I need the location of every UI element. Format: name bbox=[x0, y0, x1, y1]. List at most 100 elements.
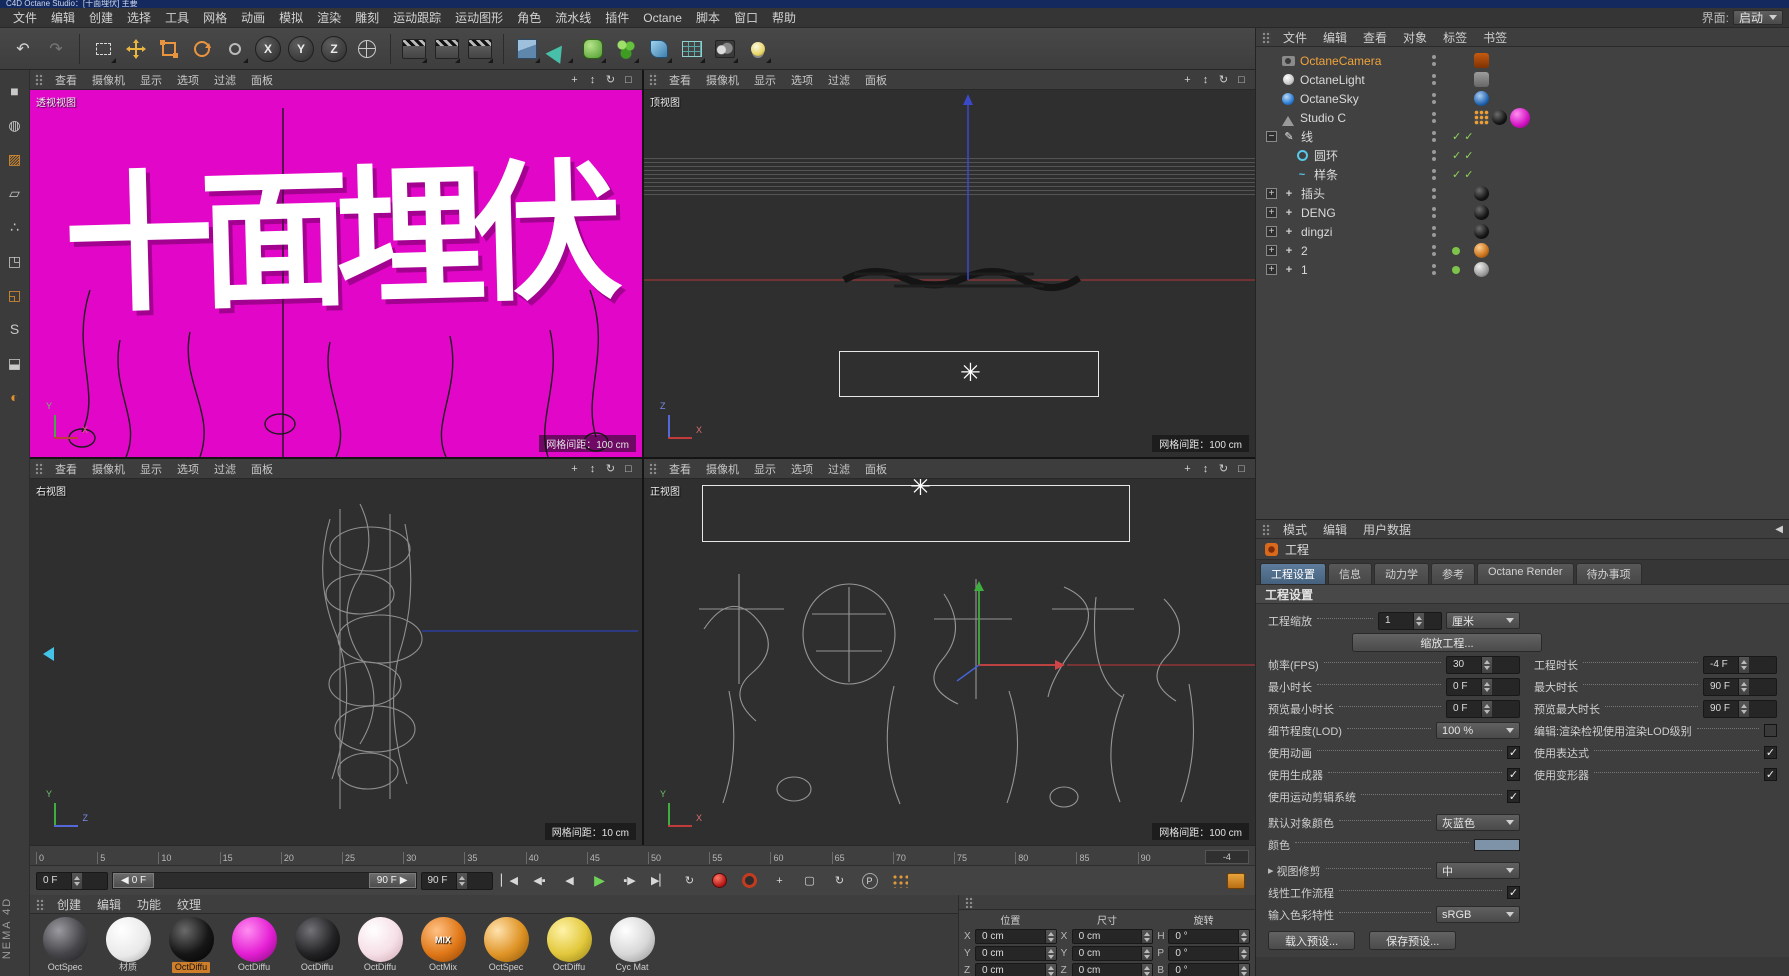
visibility-dots[interactable] bbox=[1432, 131, 1436, 142]
material-item[interactable]: Cyc Mat bbox=[603, 917, 661, 973]
viewport-menu-panel[interactable]: 面板 bbox=[858, 71, 894, 89]
key-position-button[interactable]: + bbox=[767, 870, 793, 892]
menu-sculpt[interactable]: 雕刻 bbox=[348, 7, 386, 28]
panel-grip[interactable] bbox=[35, 462, 44, 475]
rotation-h-field[interactable]: 0 ° bbox=[1168, 929, 1250, 944]
visibility-dots[interactable] bbox=[1432, 93, 1436, 104]
position-y-field[interactable]: 0 cm bbox=[975, 946, 1057, 961]
use-generators-checkbox[interactable] bbox=[1507, 768, 1520, 781]
rotation-b-field[interactable]: 0 ° bbox=[1168, 963, 1250, 976]
menu-script[interactable]: 脚本 bbox=[689, 7, 727, 28]
light-null-icon[interactable] bbox=[910, 479, 931, 500]
visibility-dots[interactable] bbox=[1432, 112, 1436, 123]
am-menu-userdata[interactable]: 用户数据 bbox=[1356, 520, 1418, 539]
autokey-button[interactable] bbox=[737, 870, 763, 892]
key-rotation-button[interactable]: ↻ bbox=[827, 870, 853, 892]
play-button[interactable]: ▶ bbox=[587, 870, 613, 892]
lock-y-axis-button[interactable]: Y bbox=[288, 35, 314, 62]
timeline-ruler[interactable]: 0 5 10 15 20 25 30 35 40 45 50 55 60 65 … bbox=[30, 845, 1255, 865]
history-back-icon[interactable]: ◀ bbox=[1775, 524, 1783, 535]
use-deformers-checkbox[interactable] bbox=[1764, 768, 1777, 781]
duration-field[interactable]: 90 F bbox=[420, 871, 493, 890]
menu-animate[interactable]: 动画 bbox=[234, 7, 272, 28]
menu-character[interactable]: 角色 bbox=[510, 7, 548, 28]
make-editable-icon[interactable]: ■ bbox=[4, 80, 26, 102]
rotate-view-icon[interactable]: ↻ bbox=[1215, 72, 1232, 87]
viewport-menu-panel[interactable]: 面板 bbox=[858, 460, 894, 478]
position-z-field[interactable]: 0 cm bbox=[975, 963, 1057, 976]
material-item-selected[interactable]: OctDiffu bbox=[162, 917, 220, 973]
panel-grip[interactable] bbox=[965, 895, 974, 909]
visibility-dots[interactable] bbox=[1432, 245, 1436, 256]
material-item[interactable]: OctDiffu bbox=[540, 917, 598, 973]
viewport-menu-view[interactable]: 查看 bbox=[48, 460, 84, 478]
size-y-field[interactable]: 0 cm bbox=[1071, 946, 1154, 961]
viewport-menu-view[interactable]: 查看 bbox=[662, 460, 698, 478]
menu-edit[interactable]: 编辑 bbox=[44, 7, 82, 28]
keying-selection-button[interactable] bbox=[887, 870, 913, 892]
add-stage-button[interactable] bbox=[710, 33, 740, 65]
rotate-tool[interactable] bbox=[187, 33, 217, 65]
am-menu-edit[interactable]: 编辑 bbox=[1316, 520, 1354, 539]
panel-grip[interactable] bbox=[649, 462, 658, 475]
viewport-menu-filter[interactable]: 过滤 bbox=[821, 71, 857, 89]
visibility-dots[interactable] bbox=[1432, 169, 1436, 180]
material-tag-icon[interactable] bbox=[1474, 224, 1489, 239]
material-item[interactable]: OctDiffu bbox=[225, 917, 283, 973]
scale-project-button[interactable]: 缩放工程... bbox=[1352, 633, 1542, 652]
texture-mode-icon[interactable]: ▨ bbox=[4, 148, 26, 170]
menu-pipeline[interactable]: 流水线 bbox=[548, 7, 598, 28]
rotation-p-field[interactable]: 0 ° bbox=[1168, 946, 1250, 961]
material-tag-icon[interactable] bbox=[1474, 262, 1489, 277]
go-to-start-button[interactable]: ▏◀ bbox=[497, 870, 523, 892]
am-menu-mode[interactable]: 模式 bbox=[1276, 520, 1314, 539]
current-frame-field[interactable]: 0 F bbox=[36, 871, 108, 890]
pan-view-icon[interactable]: + bbox=[1179, 461, 1196, 476]
material-tag-icon[interactable] bbox=[1474, 205, 1489, 220]
save-preset-button[interactable]: 保存预设... bbox=[1369, 931, 1457, 950]
key-scale-button[interactable]: ▢ bbox=[797, 870, 823, 892]
menu-octane[interactable]: Octane bbox=[636, 9, 689, 27]
camera-tag-icon[interactable] bbox=[1474, 53, 1489, 68]
layer-dot-icon[interactable] bbox=[1452, 246, 1460, 255]
duration-stepper[interactable] bbox=[455, 872, 467, 889]
material-item[interactable]: 材质 bbox=[99, 917, 157, 973]
om-menu-bookmarks[interactable]: 书签 bbox=[1476, 28, 1514, 47]
model-mode-icon[interactable]: ◍ bbox=[4, 114, 26, 136]
menu-simulate[interactable]: 模拟 bbox=[272, 7, 310, 28]
viewport-menu-panel[interactable]: 面板 bbox=[244, 460, 280, 478]
redo-icon[interactable]: ↷ bbox=[41, 33, 71, 65]
texture-tag-icon[interactable] bbox=[1474, 110, 1489, 125]
om-menu-tags[interactable]: 标签 bbox=[1436, 28, 1474, 47]
om-menu-objects[interactable]: 对象 bbox=[1396, 28, 1434, 47]
zoom-view-icon[interactable]: ↕ bbox=[1197, 72, 1214, 87]
material-tag-icon[interactable] bbox=[1474, 186, 1489, 201]
add-floor-button[interactable] bbox=[677, 33, 707, 65]
pan-view-icon[interactable]: + bbox=[1179, 72, 1196, 87]
object-row[interactable]: OctaneSky bbox=[1256, 89, 1789, 108]
size-z-field[interactable]: 0 cm bbox=[1071, 963, 1154, 976]
material-tag-icon[interactable] bbox=[1492, 110, 1507, 125]
viewport-menu-options[interactable]: 选项 bbox=[784, 460, 820, 478]
light-tag-icon[interactable] bbox=[1474, 72, 1489, 87]
om-menu-view[interactable]: 查看 bbox=[1356, 28, 1394, 47]
pan-view-icon[interactable]: + bbox=[566, 461, 583, 476]
tab-todo[interactable]: 待办事项 bbox=[1575, 563, 1642, 584]
expander-caret-icon[interactable] bbox=[1268, 864, 1277, 877]
object-row[interactable]: + dingzi bbox=[1256, 222, 1789, 241]
visibility-dots[interactable] bbox=[1432, 74, 1436, 85]
pan-view-icon[interactable]: + bbox=[566, 72, 583, 87]
default-color-swatch[interactable] bbox=[1474, 838, 1520, 851]
render-settings-button[interactable] bbox=[465, 33, 495, 65]
layer-dot-icon[interactable] bbox=[1452, 265, 1460, 274]
add-cube-button[interactable] bbox=[512, 33, 542, 65]
material-menu-function[interactable]: 功能 bbox=[130, 895, 168, 914]
add-spline-button[interactable] bbox=[545, 33, 575, 65]
project-scale-field[interactable]: 1 bbox=[1378, 611, 1442, 630]
object-row[interactable]: OctaneLight bbox=[1256, 70, 1789, 89]
timeline-range-slider[interactable]: ◀ 0 F 90 F ▶ bbox=[112, 872, 417, 889]
visibility-dots[interactable] bbox=[1432, 55, 1436, 66]
menu-window[interactable]: 窗口 bbox=[727, 7, 765, 28]
sky-tag-icon[interactable] bbox=[1474, 91, 1489, 106]
use-motion-system-checkbox[interactable] bbox=[1507, 790, 1520, 803]
